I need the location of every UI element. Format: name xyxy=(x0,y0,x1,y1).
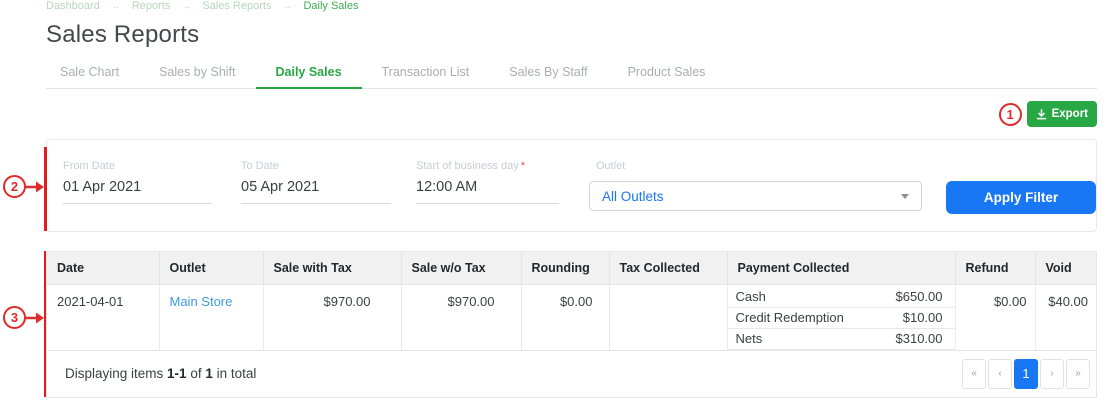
pagination: « ‹ 1 › » xyxy=(962,358,1090,389)
cell-refund: $0.00 xyxy=(955,284,1036,351)
tab-sale-chart[interactable]: Sale Chart xyxy=(46,59,139,88)
cell-sale-wo-tax: $970.00 xyxy=(401,284,522,351)
from-date-input[interactable]: 01 Apr 2021 xyxy=(63,179,212,204)
col-header-rounding: Rounding xyxy=(521,252,610,285)
breadcrumb-separator-icon: → xyxy=(181,0,192,12)
annotation-marker-1: 1 xyxy=(998,102,1022,126)
table-header-row: Date Outlet Sale with Tax Sale w/o Tax R… xyxy=(47,252,1096,285)
col-header-outlet: Outlet xyxy=(159,252,264,285)
cell-date: 2021-04-01 xyxy=(47,284,160,351)
items-range: 1-1 xyxy=(167,366,187,381)
payment-row: Credit Redemption $10.00 xyxy=(727,308,955,329)
col-header-date: Date xyxy=(47,252,160,285)
payment-amount: $310.00 xyxy=(895,331,943,346)
payment-method: Credit Redemption xyxy=(735,310,844,325)
report-tabs: Sale Chart Sales by Shift Daily Sales Tr… xyxy=(46,59,1097,89)
tab-product-sales[interactable]: Product Sales xyxy=(608,59,726,88)
col-header-sale-with-tax: Sale with Tax xyxy=(263,252,402,285)
cell-sale-with-tax: $970.00 xyxy=(263,284,402,351)
to-date-input[interactable]: 05 Apr 2021 xyxy=(241,179,391,204)
breadcrumb: Dashboard → Reports → Sales Reports → Da… xyxy=(46,0,358,12)
payment-amount: $650.00 xyxy=(895,289,943,304)
tab-sales-by-staff[interactable]: Sales By Staff xyxy=(489,59,607,88)
pagination-first-button[interactable]: « xyxy=(962,358,986,389)
items-summary: Displaying items 1-1 of 1 in total xyxy=(65,366,257,381)
pagination-last-button[interactable]: » xyxy=(1066,358,1090,389)
annotation-3: 3 xyxy=(3,306,44,329)
table-footer: Displaying items 1-1 of 1 in total « ‹ 1… xyxy=(47,351,1096,397)
payment-row: Nets $310.00 xyxy=(727,329,955,350)
cell-payment-collected: Cash $650.00 Credit Redemption $10.00 Ne… xyxy=(727,284,956,351)
chevron-down-icon xyxy=(901,193,909,199)
breadcrumb-separator-icon: → xyxy=(282,0,293,12)
from-date-field[interactable]: From Date 01 Apr 2021 xyxy=(63,160,212,204)
payment-method: Cash xyxy=(735,289,766,304)
outlet-select[interactable]: All Outlets xyxy=(589,181,922,211)
start-of-business-day-field[interactable]: Start of business day * 12:00 AM xyxy=(416,160,559,204)
col-header-sale-wo-tax: Sale w/o Tax xyxy=(401,252,522,285)
col-header-tax-collected: Tax Collected xyxy=(609,252,728,285)
pagination-next-button[interactable]: › xyxy=(1040,358,1064,389)
annotation-highlight-line-filter xyxy=(44,147,47,231)
cell-rounding: $0.00 xyxy=(521,284,610,351)
annotation-arrow-icon xyxy=(26,312,44,323)
payment-amount: $10.00 xyxy=(902,310,943,325)
pagination-prev-button[interactable]: ‹ xyxy=(988,358,1012,389)
tab-transaction-list[interactable]: Transaction List xyxy=(362,59,490,88)
cell-void: $40.00 xyxy=(1035,284,1096,351)
col-header-payment-collected: Payment Collected xyxy=(727,252,956,285)
breadcrumb-separator-icon: → xyxy=(110,0,121,12)
items-total: 1 xyxy=(205,366,213,381)
breadcrumb-item-sales-reports[interactable]: Sales Reports xyxy=(202,0,271,12)
cell-tax-collected xyxy=(609,284,728,351)
daily-sales-table-panel: Date Outlet Sale with Tax Sale w/o Tax R… xyxy=(46,251,1097,398)
annotation-2: 2 xyxy=(3,175,44,198)
filter-panel: From Date 01 Apr 2021 To Date 05 Apr 202… xyxy=(46,139,1097,232)
start-of-business-day-label: Start of business day * xyxy=(416,160,526,172)
tab-daily-sales[interactable]: Daily Sales xyxy=(255,59,362,89)
pagination-page-1-button[interactable]: 1 xyxy=(1014,358,1038,389)
export-button-label: Export xyxy=(1051,108,1088,120)
cell-outlet: Main Store xyxy=(159,284,264,351)
outlet-label: Outlet xyxy=(596,160,626,172)
to-date-label: To Date xyxy=(241,160,279,172)
page-title: Sales Reports xyxy=(46,21,200,48)
breadcrumb-item-dashboard[interactable]: Dashboard xyxy=(46,0,100,12)
annotation-arrow-icon xyxy=(26,181,44,192)
required-asterisk: * xyxy=(520,160,526,172)
download-icon xyxy=(1036,108,1047,120)
annotation-marker-3: 3 xyxy=(3,306,26,329)
breadcrumb-item-reports[interactable]: Reports xyxy=(132,0,171,12)
start-of-business-day-input[interactable]: 12:00 AM xyxy=(416,179,559,204)
outlet-link[interactable]: Main Store xyxy=(170,294,233,309)
daily-sales-table: Date Outlet Sale with Tax Sale w/o Tax R… xyxy=(47,252,1096,351)
payment-row: Cash $650.00 xyxy=(727,287,955,308)
col-header-refund: Refund xyxy=(955,252,1036,285)
to-date-field[interactable]: To Date 05 Apr 2021 xyxy=(241,160,391,204)
tab-sales-by-shift[interactable]: Sales by Shift xyxy=(139,59,255,88)
toolbar: 1 Export xyxy=(998,101,1097,127)
apply-filter-button[interactable]: Apply Filter xyxy=(946,181,1096,214)
outlet-selected-value: All Outlets xyxy=(602,188,664,204)
payment-method: Nets xyxy=(735,331,763,346)
export-button[interactable]: Export xyxy=(1026,101,1097,127)
breadcrumb-item-daily-sales: Daily Sales xyxy=(303,0,359,12)
annotation-marker-2: 2 xyxy=(3,175,26,198)
table-row: 2021-04-01 Main Store $970.00 $970.00 $0… xyxy=(47,284,1096,351)
col-header-void: Void xyxy=(1035,252,1096,285)
from-date-label: From Date xyxy=(63,160,115,172)
